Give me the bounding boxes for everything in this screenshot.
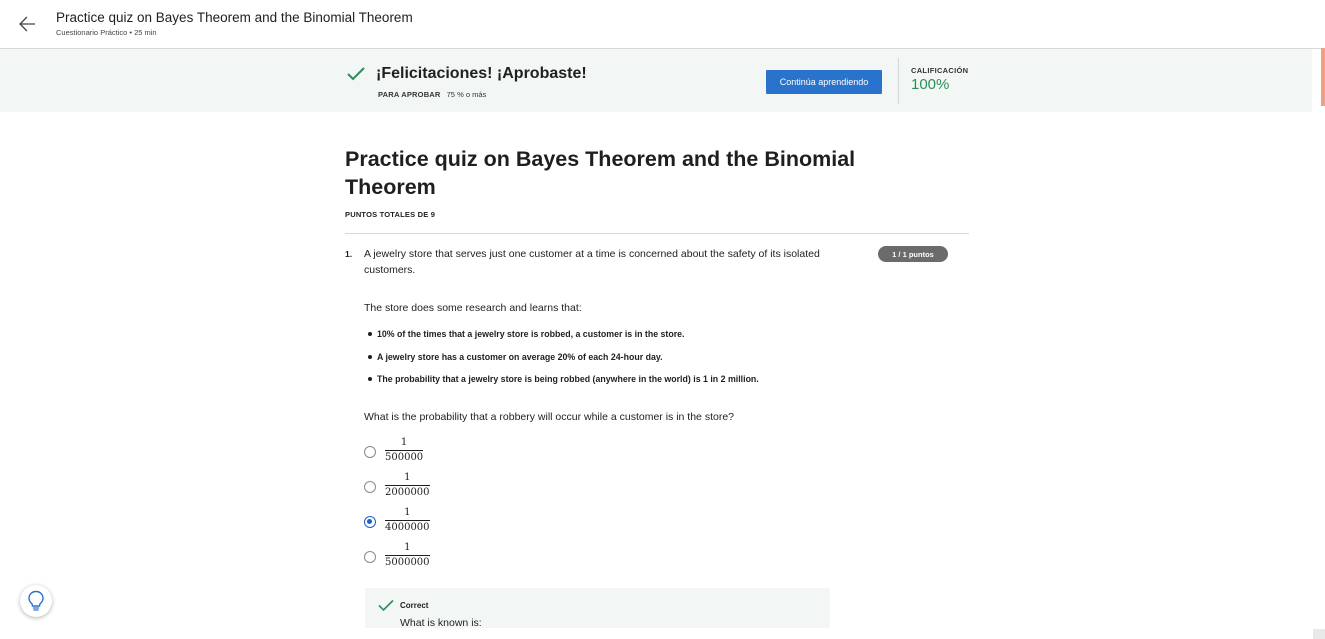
quiz-title: Practice quiz on Bayes Theorem and the B… [345, 147, 856, 199]
numerator: 1 [404, 542, 411, 553]
check-icon [378, 599, 394, 617]
pass-label: PARA APROBAR [378, 90, 441, 99]
pass-requirement: PARA APROBAR 75 % o más [378, 90, 486, 99]
radio-button-selected[interactable] [364, 516, 376, 528]
scroll-corner [1313, 629, 1325, 639]
radio-button[interactable] [364, 446, 376, 458]
question-prompt: What is the probability that a robbery w… [364, 411, 734, 423]
answer-option-3[interactable]: 1 4000000 [364, 507, 484, 541]
fraction: 1 4000000 [385, 507, 430, 534]
denominator: 500000 [385, 452, 424, 463]
scroll-accent [1321, 48, 1325, 106]
radio-button[interactable] [364, 551, 376, 563]
list-item: A jewelry store has a customer on averag… [368, 349, 759, 372]
points-badge: 1 / 1 puntos [878, 246, 948, 262]
numerator: 1 [400, 437, 408, 448]
list-item: The probability that a jewelry store is … [368, 371, 759, 394]
answer-option-1[interactable]: 1 500000 [364, 437, 484, 471]
question-intro: The store does some research and learns … [364, 302, 582, 314]
continue-learning-button[interactable]: Continúa aprendiendo [766, 70, 882, 94]
total-points: PUNTOS TOTALES DE 9 [345, 210, 436, 219]
arrow-left-icon [19, 16, 35, 32]
page-title: Practice quiz on Bayes Theorem and the B… [56, 10, 413, 25]
answer-option-2[interactable]: 1 2000000 [364, 472, 484, 506]
fraction: 1 2000000 [385, 472, 430, 499]
grade-label: CALIFICACIÓN [911, 66, 969, 75]
fraction: 1 500000 [385, 437, 424, 464]
grade-value: 100% [911, 76, 950, 93]
result-message: ¡Felicitaciones! ¡Aprobaste! [376, 65, 587, 82]
feedback-label: Correct [400, 601, 429, 610]
question-text: A jewelry store that serves just one cus… [364, 248, 820, 276]
pass-value: 75 % o más [446, 90, 487, 99]
radio-button[interactable] [364, 481, 376, 493]
facts-list: 10% of the times that a jewelry store is… [368, 326, 759, 394]
top-bar: Practice quiz on Bayes Theorem and the B… [0, 0, 1325, 49]
denominator: 4000000 [385, 522, 430, 533]
divider [345, 233, 969, 234]
denominator: 5000000 [385, 557, 430, 568]
numerator: 1 [404, 507, 411, 518]
numerator: 1 [404, 472, 411, 483]
feedback-text: What is known is: [400, 617, 482, 628]
fraction: 1 5000000 [385, 542, 430, 569]
lightbulb-icon [28, 590, 44, 611]
question-number: 1. [345, 249, 353, 259]
check-icon [346, 66, 366, 87]
denominator: 2000000 [385, 487, 430, 498]
answer-option-4[interactable]: 1 5000000 [364, 542, 484, 576]
list-item: 10% of the times that a jewelry store is… [368, 326, 759, 349]
result-banner [0, 49, 1312, 112]
help-button[interactable] [20, 585, 52, 617]
banner-divider [898, 58, 899, 104]
page-subtitle: Cuestionario Práctico • 25 min [56, 28, 157, 37]
back-button[interactable] [18, 14, 38, 34]
answer-feedback: Correct What is known is: [365, 588, 830, 628]
